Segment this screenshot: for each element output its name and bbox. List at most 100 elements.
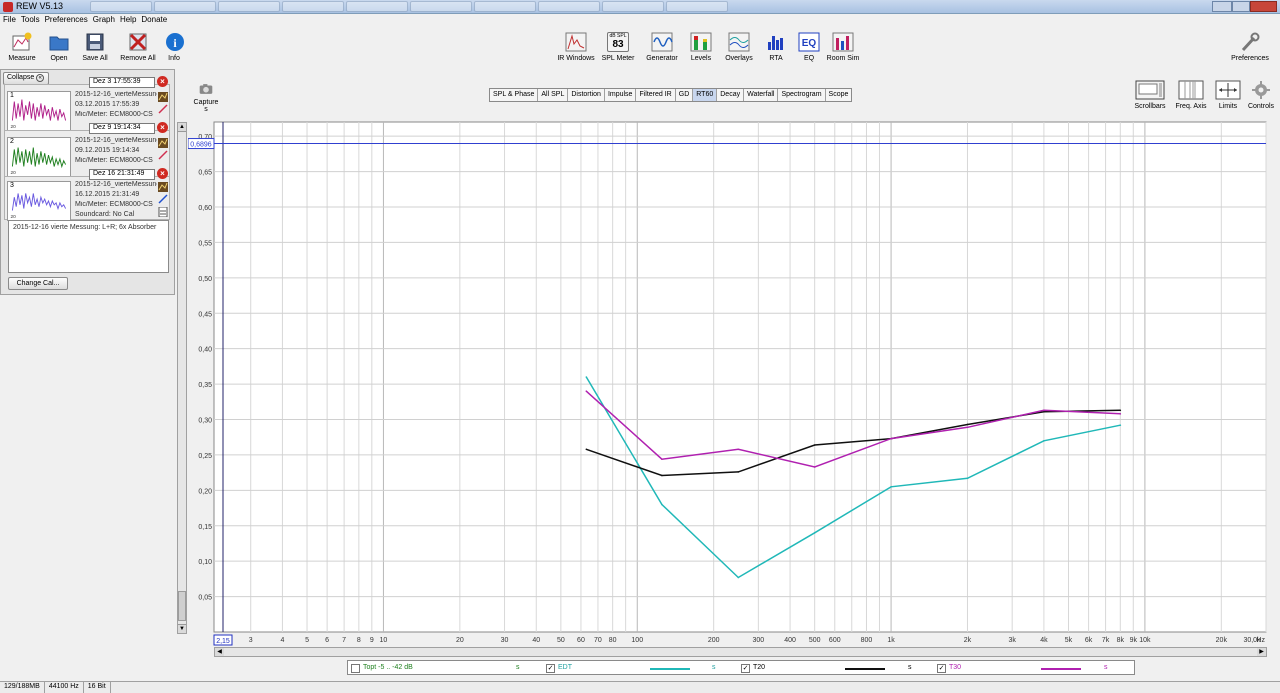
- remove-measurement-icon[interactable]: ×: [157, 76, 168, 87]
- taskbar-tab[interactable]: [602, 1, 664, 12]
- scroll-right-icon[interactable]: ▶: [1257, 648, 1266, 656]
- remove-all-button[interactable]: Remove All: [119, 32, 157, 62]
- tab-gd[interactable]: GD: [676, 89, 694, 101]
- bitdepth-status: 16 Bit: [84, 682, 111, 693]
- eq-button[interactable]: EQ EQ: [797, 32, 821, 62]
- scroll-down-icon[interactable]: ▼: [178, 624, 186, 633]
- x-tick-label: 300: [753, 637, 765, 644]
- taskbar-tab[interactable]: [474, 1, 536, 12]
- preferences-button[interactable]: Preferences: [1228, 32, 1272, 62]
- tab-scope[interactable]: Scope: [826, 89, 852, 101]
- cursor-value-label: 0,6896: [190, 142, 212, 149]
- x-tick-label: 100: [631, 637, 643, 644]
- rt60-chart[interactable]: 0,700,650,600,550,500,450,400,350,300,25…: [188, 120, 1268, 648]
- chart-icon[interactable]: [158, 138, 168, 148]
- pencil-icon[interactable]: [158, 104, 168, 114]
- taskbar-tab[interactable]: [218, 1, 280, 12]
- overlays-button[interactable]: Overlays: [722, 32, 756, 62]
- menu-preferences[interactable]: Preferences: [42, 14, 90, 27]
- tab-filtered-ir[interactable]: Filtered IR: [636, 89, 676, 101]
- scrollbars-button[interactable]: Scrollbars: [1132, 80, 1168, 110]
- save-all-button[interactable]: Save All: [80, 32, 110, 62]
- tab-distortion[interactable]: Distortion: [568, 89, 605, 101]
- data-point-t20: [737, 471, 740, 473]
- change-cal-button[interactable]: Change Cal...: [8, 277, 68, 290]
- remove-measurement-icon[interactable]: ×: [157, 122, 168, 133]
- horizontal-scrollbar[interactable]: ◀ ▶: [214, 647, 1267, 657]
- taskbar-tab[interactable]: [346, 1, 408, 12]
- vertical-scrollbar[interactable]: ▲ ▼: [177, 122, 187, 634]
- taskbar-tabs: [90, 1, 728, 13]
- scrollbar-thumb[interactable]: [178, 591, 186, 621]
- x-tick-label: 800: [861, 637, 873, 644]
- topt-checkbox[interactable]: [351, 664, 360, 673]
- minimize-button[interactable]: [1212, 1, 1232, 12]
- taskbar-tab[interactable]: [90, 1, 152, 12]
- tab-spl-phase[interactable]: SPL & Phase: [490, 89, 539, 101]
- x-tick-label: 5k: [1065, 637, 1073, 644]
- limits-button[interactable]: Limits: [1214, 80, 1242, 110]
- chart-icon[interactable]: [158, 92, 168, 102]
- menu-tools[interactable]: Tools: [18, 14, 42, 27]
- data-point-edt: [890, 485, 892, 488]
- data-point-t30: [966, 426, 969, 429]
- freq-axis-button[interactable]: Freq. Axis: [1172, 80, 1210, 110]
- measurement-date[interactable]: Dez 3 17:55:39: [89, 77, 155, 88]
- measurement-date[interactable]: Dez 9 19:14:34: [89, 123, 155, 134]
- scrollbars-icon: [1135, 80, 1165, 100]
- levels-button[interactable]: Levels: [688, 32, 714, 62]
- scroll-up-icon[interactable]: ▲: [178, 123, 186, 132]
- edt-checkbox[interactable]: ✓: [546, 664, 555, 673]
- measurement-item[interactable]: 20 3 Dez 16 21:31:49 2015-12-16_vierteMe…: [4, 169, 170, 221]
- y-tick-label: 0,30: [198, 418, 212, 425]
- x-tick-label: 3k: [1008, 637, 1016, 644]
- menu-graph[interactable]: Graph: [90, 14, 117, 27]
- notes-field[interactable]: 2015-12-16 vierte Messung: L+R; 6x Absor…: [8, 220, 169, 273]
- controls-button[interactable]: Controls: [1246, 80, 1276, 110]
- chart-icon[interactable]: [158, 182, 168, 192]
- t30-checkbox[interactable]: ✓: [937, 664, 946, 673]
- taskbar-tab[interactable]: [410, 1, 472, 12]
- x-tick-label: 9: [370, 637, 374, 644]
- x-tick-label: 7: [342, 637, 346, 644]
- menu-help[interactable]: Help: [117, 14, 138, 27]
- open-button[interactable]: Open: [46, 32, 72, 62]
- close-window-button[interactable]: [1250, 1, 1277, 12]
- pencil-icon[interactable]: [158, 150, 168, 160]
- x-tick-label: 80: [609, 637, 617, 644]
- y-tick-label: 0,05: [198, 595, 212, 602]
- tab-rt60[interactable]: RT60: [693, 89, 718, 101]
- info-button[interactable]: i Info: [164, 32, 184, 62]
- spl-meter-button[interactable]: dB SPL 83 SPL Meter: [601, 32, 635, 62]
- tab-impulse[interactable]: Impulse: [605, 89, 637, 101]
- scroll-left-icon[interactable]: ◀: [215, 648, 224, 656]
- pencil-icon[interactable]: [158, 194, 168, 204]
- x-tick-label: 50: [557, 637, 565, 644]
- menu-donate[interactable]: Donate: [138, 14, 169, 27]
- measurement-date[interactable]: Dez 16 21:31:49: [89, 169, 155, 180]
- maximize-button[interactable]: [1232, 1, 1250, 12]
- taskbar-tab[interactable]: [538, 1, 600, 12]
- x-tick-label: 40: [532, 637, 540, 644]
- tab-spectrogram[interactable]: Spectrogram: [778, 89, 826, 101]
- capture-button[interactable]: Capture s: [191, 82, 221, 113]
- x-tick-label: 8k: [1117, 637, 1125, 644]
- t20-checkbox[interactable]: ✓: [741, 664, 750, 673]
- ir-windows-button[interactable]: IR Windows: [555, 32, 597, 62]
- remove-measurement-icon[interactable]: ×: [157, 168, 168, 179]
- menu-file[interactable]: File: [0, 14, 18, 27]
- generator-button[interactable]: Generator: [644, 32, 680, 62]
- measure-button[interactable]: Measure: [6, 32, 38, 62]
- taskbar-tab[interactable]: [154, 1, 216, 12]
- taskbar-tab[interactable]: [666, 1, 728, 12]
- tab-all-spl[interactable]: All SPL: [538, 89, 569, 101]
- room-sim-button[interactable]: Room Sim: [826, 32, 860, 62]
- tab-decay[interactable]: Decay: [717, 89, 745, 101]
- rta-button[interactable]: RTA: [764, 32, 788, 62]
- x-tick-label: 3: [249, 637, 253, 644]
- x-unit-label: Hz: [1256, 637, 1265, 644]
- document-icon[interactable]: [158, 207, 168, 217]
- data-point-t30: [661, 458, 663, 460]
- taskbar-tab[interactable]: [282, 1, 344, 12]
- tab-waterfall[interactable]: Waterfall: [744, 89, 779, 101]
